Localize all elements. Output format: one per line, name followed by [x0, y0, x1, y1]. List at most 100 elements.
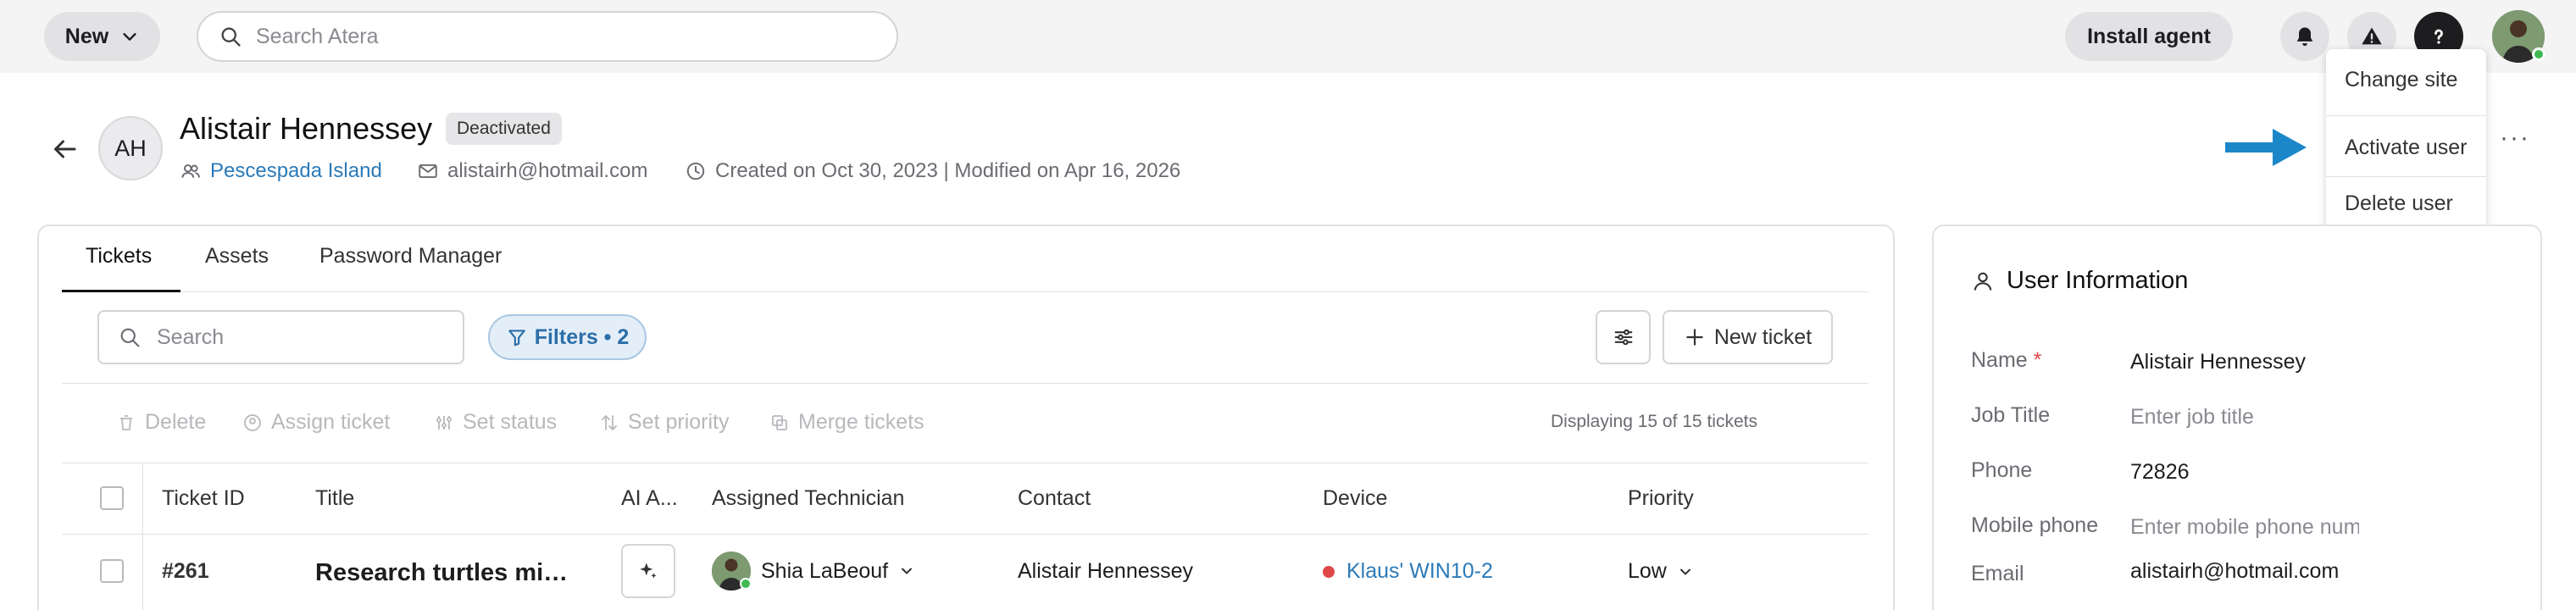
- tabs-divider: [62, 291, 1868, 292]
- user-information-heading: User Information: [1971, 267, 2188, 295]
- filter-icon: [508, 330, 525, 347]
- email-field[interactable]: alistairh@hotmail.com: [2130, 559, 2339, 584]
- delete-action-label: Delete: [145, 410, 207, 434]
- user-email: alistairh@hotmail.com: [417, 158, 647, 185]
- filters-button[interactable]: Filters • 2: [488, 314, 647, 360]
- users-icon: [181, 164, 201, 178]
- tab-tickets[interactable]: Tickets: [86, 244, 152, 269]
- assign-ticket-action-button[interactable]: Assign ticket: [242, 410, 390, 435]
- install-agent-button[interactable]: Install agent: [2065, 12, 2233, 61]
- warning-icon: [2362, 27, 2382, 45]
- new-button[interactable]: New: [44, 12, 160, 61]
- merge-icon: [772, 414, 787, 430]
- column-header-device[interactable]: Device: [1323, 486, 1387, 511]
- active-tab-indicator: [62, 290, 180, 292]
- set-priority-label: Set priority: [628, 410, 730, 434]
- user-information-title: User Information: [2007, 267, 2189, 294]
- global-search-input[interactable]: Search Atera: [197, 11, 898, 62]
- user-dates-label: Created on Oct 30, 2023 | Modified on Ap…: [715, 159, 1181, 182]
- tab-assets[interactable]: Assets: [205, 244, 269, 269]
- technician-name: Shia LaBeouf: [761, 558, 889, 583]
- phone-field[interactable]: 72826: [2130, 460, 2190, 485]
- chevron-down-icon: [1679, 568, 1690, 574]
- ticket-title-cell[interactable]: Research turtles missing from Pescespada: [315, 559, 578, 587]
- mobile-phone-field[interactable]: Enter mobile phone number: [2130, 515, 2359, 540]
- tab-password-manager[interactable]: Password Manager: [319, 244, 502, 269]
- filters-label: Filters • 2: [534, 324, 630, 349]
- chevron-down-icon: [123, 33, 136, 41]
- new-ticket-label: New ticket: [1713, 324, 1813, 349]
- column-header-assigned-technician[interactable]: Assigned Technician: [712, 486, 904, 511]
- name-label: Name *: [1971, 348, 2041, 373]
- plus-icon: [1686, 329, 1703, 346]
- sparkle-icon: [640, 563, 657, 579]
- column-settings-button[interactable]: [1596, 310, 1651, 364]
- column-header-ai-assist[interactable]: AI A...: [621, 486, 678, 511]
- job-title-label: Job Title: [1971, 403, 2051, 427]
- select-all-checkbox[interactable]: [100, 486, 124, 510]
- change-site-menu-item[interactable]: Change site: [2345, 68, 2457, 92]
- name-field[interactable]: Alistair Hennessey: [2130, 350, 2306, 374]
- contact-cell[interactable]: Alistair Hennessey: [1018, 559, 1193, 584]
- job-title-field[interactable]: Enter job title: [2130, 405, 2359, 430]
- sort-arrows-icon: [602, 414, 617, 430]
- merge-tickets-action-button[interactable]: Merge tickets: [769, 410, 924, 435]
- trash-icon: [120, 414, 132, 430]
- table-header-divider: [62, 534, 1868, 535]
- back-arrow-icon[interactable]: [49, 134, 80, 164]
- chevron-down-icon: [902, 568, 913, 574]
- column-header-title[interactable]: Title: [315, 486, 354, 511]
- ticket-id-cell[interactable]: #261: [162, 559, 209, 584]
- ticket-search-input[interactable]: Search: [97, 310, 464, 364]
- new-button-label: New: [64, 24, 109, 48]
- online-status-dot: [2532, 47, 2545, 61]
- device-cell[interactable]: Klaus' WIN10-2: [1323, 559, 1493, 584]
- global-search-placeholder: Search Atera: [256, 24, 379, 48]
- set-priority-action-button[interactable]: Set priority: [599, 410, 729, 435]
- column-header-ticket-id[interactable]: Ticket ID: [162, 486, 245, 511]
- assign-ticket-label: Assign ticket: [271, 410, 391, 434]
- delete-user-menu-item[interactable]: Delete user: [2345, 191, 2453, 216]
- new-ticket-button[interactable]: New ticket: [1663, 310, 1833, 364]
- email-label: Email: [1971, 562, 2024, 585]
- ai-assist-button[interactable]: [621, 544, 675, 598]
- toolbar-divider: [62, 383, 1868, 384]
- clock-icon: [686, 162, 705, 180]
- question-mark-icon: [2434, 29, 2443, 44]
- delete-action-button[interactable]: Delete: [116, 410, 206, 435]
- user-site-link[interactable]: Pescespada Island: [180, 158, 382, 185]
- priority-dropdown[interactable]: Low: [1628, 559, 1694, 584]
- technician-online-dot: [740, 578, 752, 590]
- search-icon: [221, 27, 241, 47]
- status-badge: Deactivated: [446, 113, 562, 145]
- set-status-action-button[interactable]: Set status: [434, 410, 557, 435]
- pointer-arrow-icon: [2225, 129, 2307, 166]
- notifications-button[interactable]: [2280, 12, 2329, 61]
- user-site-label: Pescespada Island: [210, 159, 382, 182]
- bell-icon: [2296, 27, 2313, 47]
- ticket-count-label: Displaying 15 of 15 tickets: [1551, 412, 1757, 431]
- device-link[interactable]: Klaus' WIN10-2: [1346, 559, 1493, 584]
- menu-divider: [2326, 115, 2486, 116]
- user-name-heading: Alistair Hennessey: [180, 111, 433, 146]
- user-actions-dropdown: Change site Activate user Delete user: [2326, 49, 2486, 236]
- user-email-label: alistairh@hotmail.com: [447, 159, 648, 182]
- phone-label: Phone: [1971, 458, 2033, 482]
- row-checkbox[interactable]: [100, 559, 124, 583]
- more-options-button[interactable]: ···: [2500, 124, 2530, 152]
- activate-user-menu-item[interactable]: Activate user: [2345, 136, 2468, 160]
- user-circle-icon: [244, 413, 261, 431]
- user-initials-avatar: AH: [98, 116, 163, 180]
- ticket-search-placeholder: Search: [157, 324, 225, 349]
- set-status-label: Set status: [463, 410, 558, 434]
- checkbox-column-divider: [142, 464, 143, 610]
- user-dates: Created on Oct 30, 2023 | Modified on Ap…: [685, 158, 1180, 185]
- column-header-contact[interactable]: Contact: [1018, 486, 1091, 511]
- mobile-phone-label: Mobile phone: [1971, 513, 2099, 537]
- user-icon: [1974, 272, 1992, 291]
- name-label-text: Name: [1971, 348, 2028, 372]
- merge-tickets-label: Merge tickets: [798, 410, 924, 434]
- search-icon: [120, 328, 140, 347]
- status-icon: [436, 415, 452, 430]
- column-header-priority[interactable]: Priority: [1628, 486, 1694, 511]
